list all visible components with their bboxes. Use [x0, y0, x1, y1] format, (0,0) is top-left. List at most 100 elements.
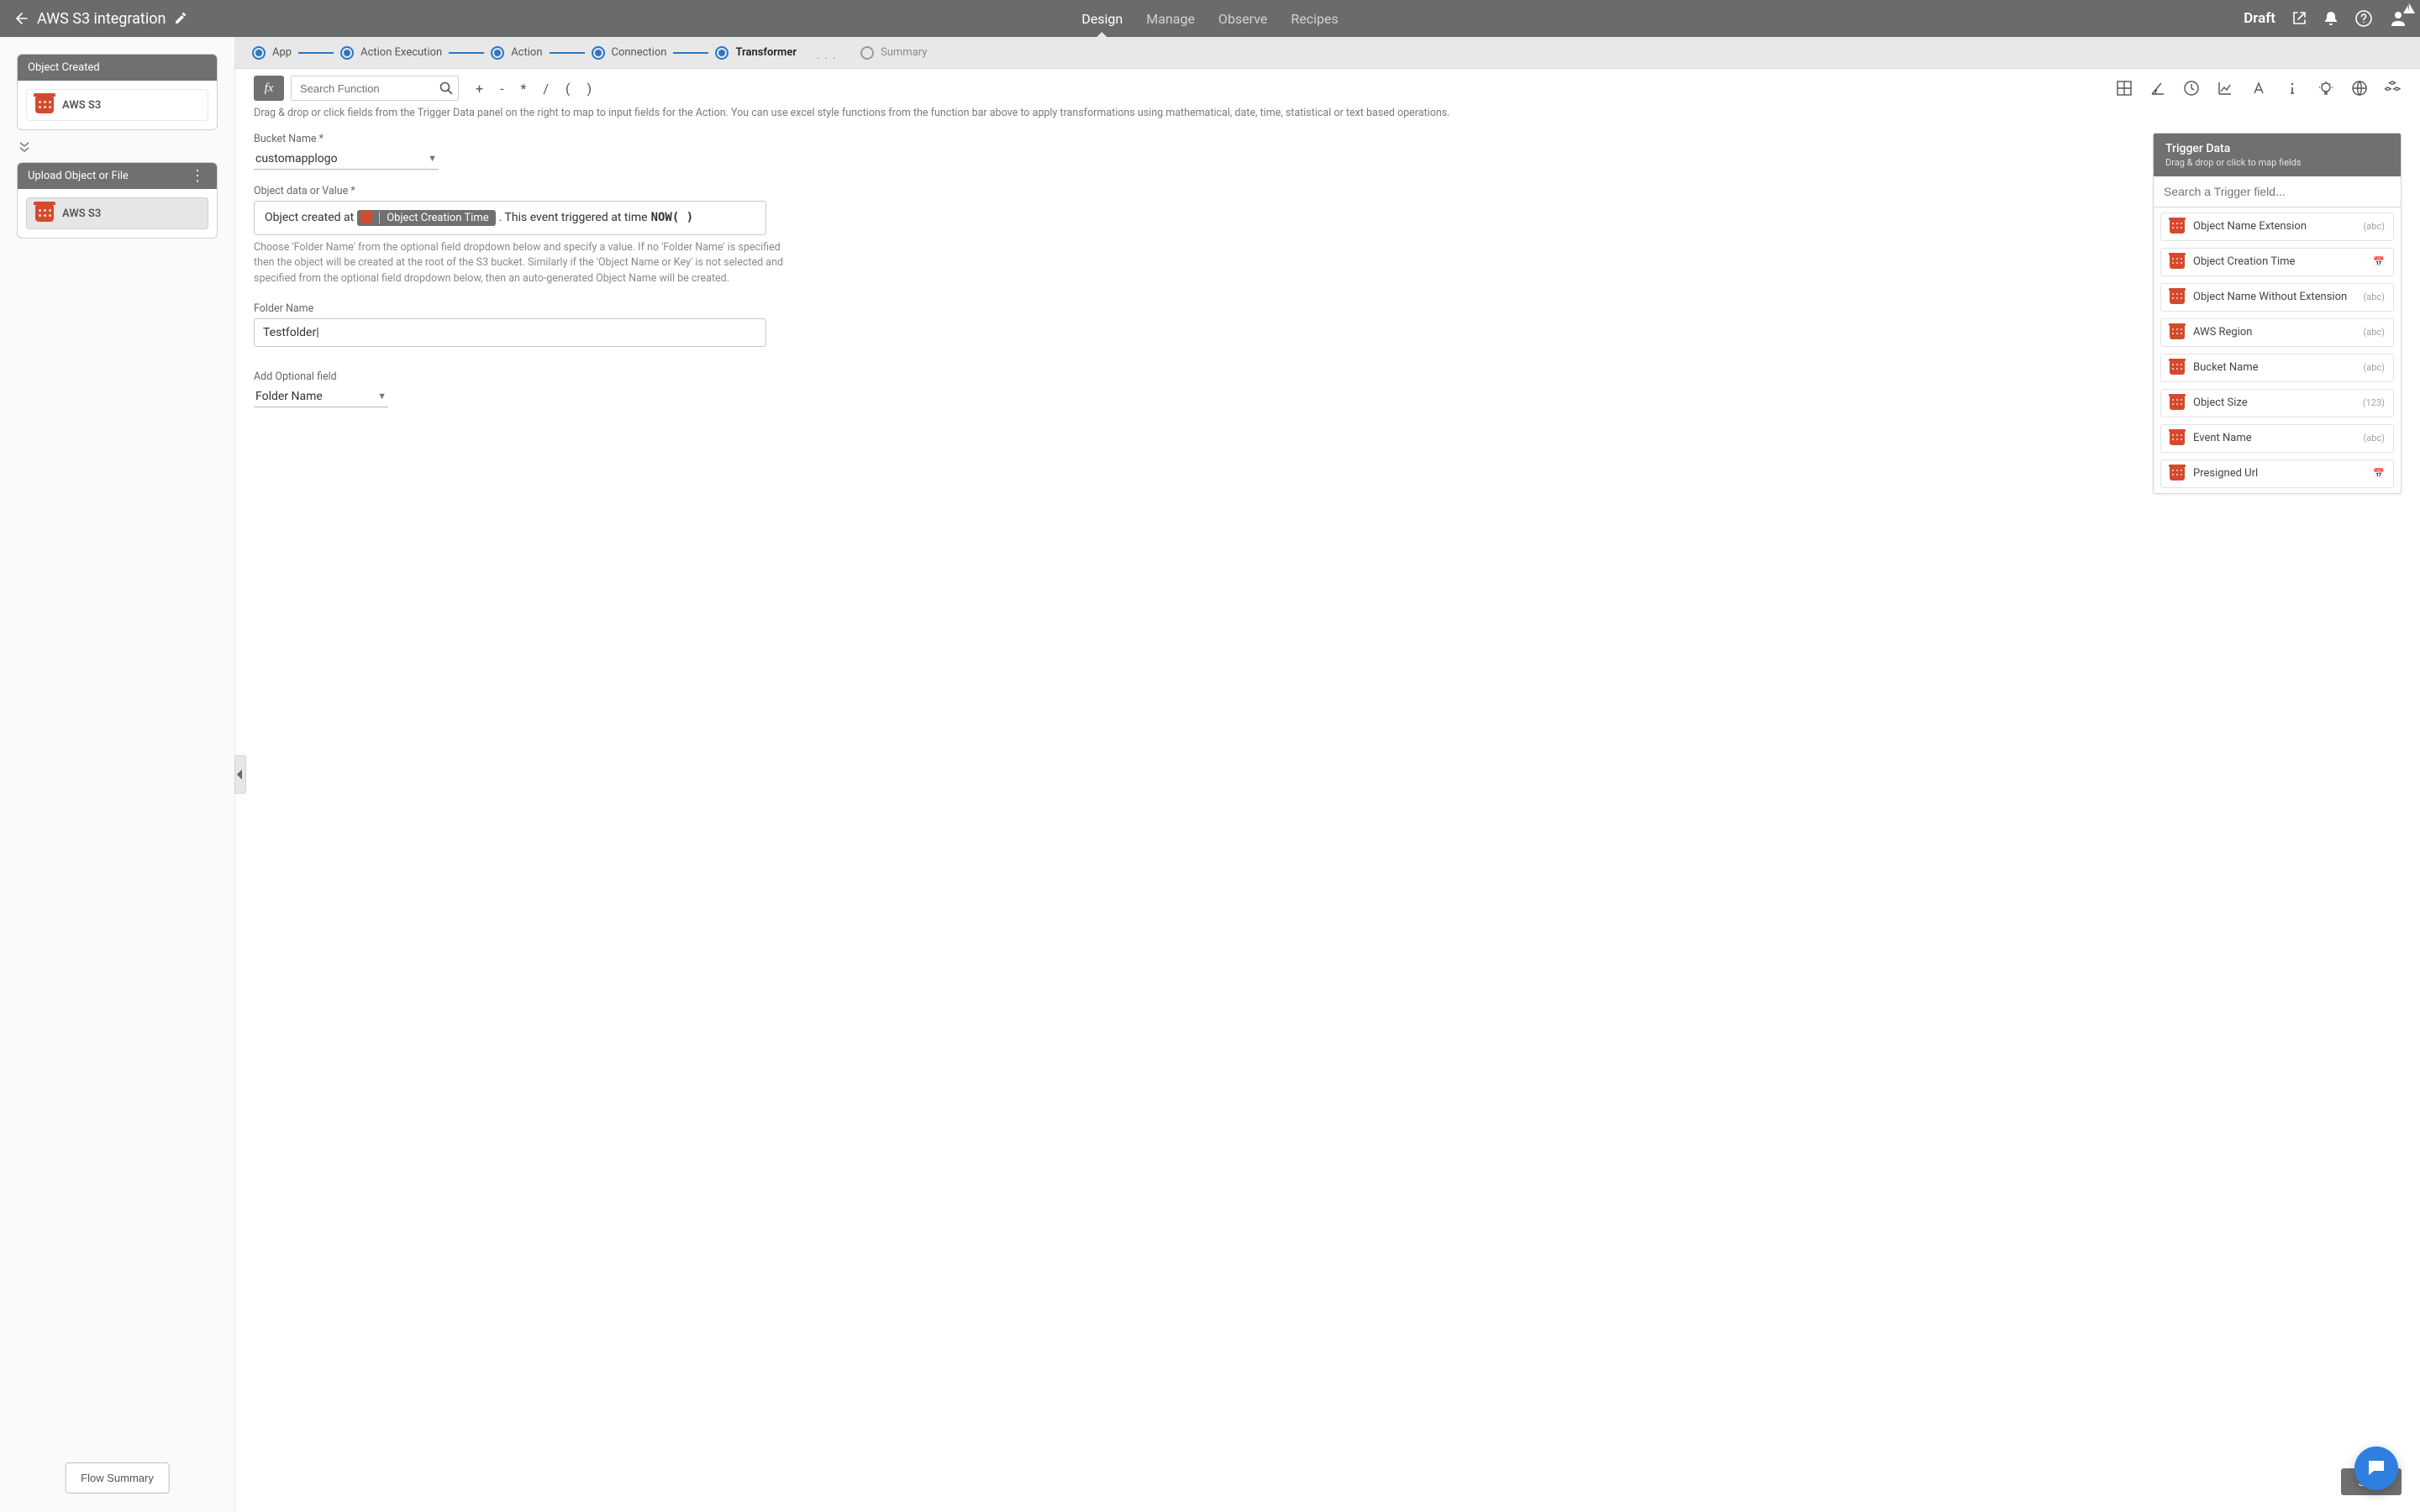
- grid-icon[interactable]: [2116, 80, 2133, 97]
- op-minus[interactable]: -: [500, 81, 503, 97]
- optional-select[interactable]: Folder Name ▼: [254, 386, 388, 407]
- trigger-field-item[interactable]: Bucket Name (abc): [2160, 354, 2394, 382]
- action-card[interactable]: Upload Object or File ⋮ AWS S3: [17, 162, 218, 239]
- s3-bucket-icon: [2170, 467, 2185, 480]
- step-connector: [673, 52, 708, 54]
- optional-label: Add Optional field: [254, 370, 2136, 383]
- bucket-field: Bucket Name * customapplogo ▼: [254, 133, 2136, 170]
- step-label: Action Execution: [360, 46, 442, 59]
- s3-bucket-icon: [35, 205, 54, 222]
- tab-observe[interactable]: Observe: [1218, 0, 1267, 37]
- chip-label: Object Creation Time: [387, 212, 488, 224]
- angle-icon[interactable]: [2149, 80, 2166, 97]
- cubes-icon[interactable]: [2385, 80, 2402, 97]
- op-paren-open[interactable]: (: [566, 81, 570, 97]
- s3-bucket-icon: [2170, 432, 2185, 445]
- caret-down-icon: ▼: [377, 391, 387, 402]
- op-multiply[interactable]: *: [521, 81, 527, 97]
- s3-bucket-icon: [2170, 220, 2185, 234]
- op-divide[interactable]: /: [543, 81, 549, 97]
- trigger-field-type: (abc): [2363, 221, 2385, 232]
- trigger-panel-subtitle: Drag & drop or click to map fields: [2165, 157, 2389, 168]
- folder-input-wrapper[interactable]: Testfolder: [254, 318, 766, 347]
- trigger-service-row[interactable]: AWS S3: [26, 89, 208, 121]
- trigger-field-type: (abc): [2363, 362, 2385, 373]
- folder-input[interactable]: Testfolder: [263, 326, 319, 339]
- action-service-row[interactable]: AWS S3: [26, 197, 208, 229]
- search-icon: [439, 81, 454, 96]
- collapse-sidebar-handle[interactable]: [234, 755, 246, 794]
- object-value-input[interactable]: Object created at Object Creation Time .…: [254, 201, 766, 235]
- function-search-input[interactable]: [291, 76, 459, 101]
- object-value-field: Object data or Value * Object created at…: [254, 185, 2136, 287]
- globe-icon[interactable]: [2351, 80, 2368, 97]
- tab-recipes[interactable]: Recipes: [1291, 0, 1338, 37]
- trigger-card[interactable]: Object Created AWS S3: [17, 54, 218, 130]
- bucket-value: customapplogo: [255, 152, 338, 165]
- trigger-field-item[interactable]: Object Name Without Extension(abc): [2160, 283, 2394, 312]
- op-paren-close[interactable]: ): [587, 81, 592, 97]
- bucket-select[interactable]: customapplogo ▼: [254, 149, 439, 170]
- fx-icon: fx: [254, 76, 284, 101]
- bell-icon[interactable]: [2323, 10, 2339, 27]
- caret-down-icon: ▼: [428, 153, 437, 164]
- trigger-field-list[interactable]: Object Name Extension(abc) Object Creatio…: [2154, 207, 2401, 493]
- user-icon[interactable]: [2388, 8, 2408, 29]
- bulb-icon[interactable]: [2317, 80, 2334, 97]
- trigger-field-item[interactable]: AWS Region(abc): [2160, 318, 2394, 347]
- optional-value: Folder Name: [255, 390, 323, 403]
- trigger-field-name: Bucket Name: [2193, 361, 2259, 374]
- trigger-data-panel: Trigger Data Drag & drop or click to map…: [2153, 133, 2402, 494]
- user-warning-badge: [2403, 3, 2415, 13]
- trigger-field-name: Presigned Url: [2193, 467, 2258, 480]
- op-plus[interactable]: +: [476, 81, 483, 97]
- step-app[interactable]: App: [252, 46, 292, 60]
- trigger-field-type: (abc): [2363, 327, 2385, 338]
- trigger-search[interactable]: [2154, 176, 2401, 207]
- trigger-field-name: Object Creation Time: [2193, 255, 2295, 268]
- trigger-field-item[interactable]: Object Name Extension(abc): [2160, 213, 2394, 241]
- trigger-field-item[interactable]: Object Size(123): [2160, 389, 2394, 417]
- field-chip-object-creation-time[interactable]: Object Creation Time: [357, 210, 495, 226]
- step-action-execution[interactable]: Action Execution: [340, 46, 442, 60]
- text-icon[interactable]: [2250, 80, 2267, 97]
- edit-title-icon[interactable]: [174, 12, 187, 25]
- chart-icon[interactable]: [2217, 80, 2233, 97]
- tab-design[interactable]: Design: [1081, 0, 1123, 37]
- expr-text: . This event triggered at time: [499, 211, 648, 224]
- back-icon[interactable]: [12, 10, 29, 27]
- s3-bucket-icon: [2170, 291, 2185, 304]
- trigger-panel-title: Trigger Data: [2165, 142, 2389, 155]
- s3-bucket-icon: [360, 213, 372, 223]
- step-summary[interactable]: Summary: [860, 46, 927, 60]
- s3-bucket-icon: [2170, 326, 2185, 339]
- flow-expand-icon[interactable]: [17, 139, 218, 154]
- trigger-field-item[interactable]: Object Creation Time📅: [2160, 248, 2394, 276]
- flow-sidebar: Object Created AWS S3 Upload Object or F…: [0, 37, 235, 1512]
- action-card-kebab-icon[interactable]: ⋮: [188, 174, 207, 179]
- operator-buttons: + - * / ( ): [476, 81, 592, 97]
- chat-fab[interactable]: [2354, 1446, 2398, 1490]
- main-panel: App Action Execution Action Connection T…: [235, 37, 2420, 1512]
- clock-icon[interactable]: [2183, 80, 2200, 97]
- trigger-search-input[interactable]: [2164, 181, 2391, 202]
- step-label: Connection: [612, 46, 667, 59]
- open-external-icon[interactable]: [2291, 10, 2307, 27]
- help-icon[interactable]: [2354, 9, 2373, 28]
- flow-summary-button[interactable]: Flow Summary: [65, 1462, 170, 1494]
- info-icon[interactable]: [2284, 80, 2301, 97]
- function-search[interactable]: [291, 76, 459, 101]
- trigger-field-item[interactable]: Event Name(abc): [2160, 424, 2394, 453]
- trigger-field-item[interactable]: Presigned Url📅: [2160, 459, 2394, 488]
- s3-bucket-icon: [2170, 396, 2185, 410]
- step-action[interactable]: Action: [491, 46, 542, 60]
- s3-bucket-icon: [35, 97, 54, 113]
- trigger-field-type: (abc): [2363, 433, 2385, 444]
- trigger-field-name: Object Size: [2193, 396, 2248, 409]
- step-connector: [449, 52, 484, 54]
- function-bar: fx + - * / ( ): [235, 69, 2420, 101]
- step-label: App: [272, 46, 292, 59]
- step-transformer[interactable]: Transformer: [715, 46, 797, 60]
- step-connection[interactable]: Connection: [592, 46, 667, 60]
- tab-manage[interactable]: Manage: [1146, 0, 1195, 37]
